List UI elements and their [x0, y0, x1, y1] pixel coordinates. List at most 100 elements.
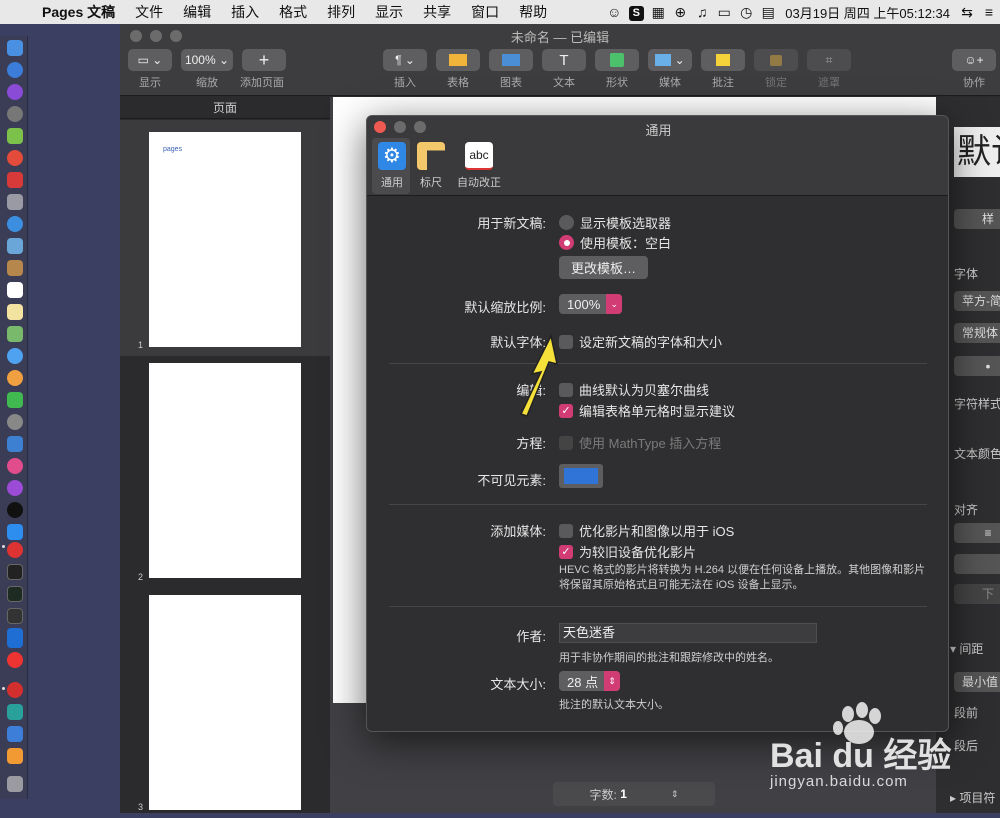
keynote-icon[interactable]: [7, 436, 23, 452]
indent-row[interactable]: 下: [954, 584, 1000, 604]
menu-view[interactable]: 显示: [365, 2, 413, 22]
preview-icon[interactable]: [7, 238, 23, 254]
optimize-ios-checkbox[interactable]: 优化影片和图像以用于 iOS: [559, 521, 734, 540]
crop-icon[interactable]: ⌗: [807, 49, 851, 71]
launchpad-icon[interactable]: [7, 62, 23, 78]
insert-tool[interactable]: ¶ ⌄ 插入: [383, 49, 427, 90]
menu-file[interactable]: 文件: [125, 2, 173, 22]
default-font-checkbox[interactable]: 设定新文稿的字体和大小: [559, 332, 722, 351]
invisibles-color-well[interactable]: [559, 464, 603, 488]
align-left-button[interactable]: ≡: [954, 523, 1000, 543]
font-style-select[interactable]: 常规体: [954, 323, 1000, 343]
app-blue-icon[interactable]: [7, 726, 23, 742]
menu-help[interactable]: 帮助: [509, 2, 557, 22]
checkbox-icon[interactable]: [559, 523, 573, 538]
mathtype-checkbox[interactable]: 使用 MathType 插入方程: [559, 433, 721, 452]
android-icon[interactable]: [7, 128, 23, 144]
calendar-icon[interactable]: ▤: [757, 4, 779, 21]
tv-icon[interactable]: [7, 502, 23, 518]
plus-icon[interactable]: +: [242, 49, 286, 71]
table-suggest-checkbox[interactable]: ✓ 编辑表格单元格时显示建议: [559, 401, 735, 420]
settings-dock-icon[interactable]: [7, 414, 23, 430]
app-teal-icon[interactable]: [7, 704, 23, 720]
zoom-select[interactable]: 100% ⌄: [181, 49, 233, 71]
tab-autocorrect[interactable]: abc 自动改正: [454, 142, 504, 190]
airplay-icon[interactable]: ▭: [713, 4, 735, 21]
style-button[interactable]: 样: [954, 209, 1000, 229]
page-thumbnail-1[interactable]: pages: [149, 132, 301, 347]
console-icon[interactable]: [7, 608, 23, 624]
paragraph-icon[interactable]: ¶ ⌄: [383, 49, 427, 71]
rocket-icon[interactable]: [7, 106, 23, 122]
trash-icon[interactable]: [7, 776, 23, 792]
messages-icon[interactable]: [7, 348, 23, 364]
style-preview[interactable]: 默认: [954, 127, 1000, 177]
author-input[interactable]: 天色迷香: [559, 623, 817, 643]
menu-arrange[interactable]: 排列: [317, 2, 365, 22]
media-tool[interactable]: ⌄ 媒体: [648, 49, 692, 90]
table-icon[interactable]: [436, 49, 480, 71]
input-method-icon[interactable]: ⇆: [956, 4, 978, 21]
word-count-bar[interactable]: 字数: 1 ⇕: [553, 782, 715, 806]
maps-icon[interactable]: [7, 326, 23, 342]
text-icon[interactable]: T: [542, 49, 586, 71]
chart-tool[interactable]: 图表: [489, 49, 533, 90]
collaborate-icon[interactable]: ☺+: [952, 49, 996, 71]
view-tool[interactable]: ▭ ⌄ 显示: [128, 49, 172, 90]
collaborate-tool[interactable]: ☺+ 协作: [952, 49, 996, 90]
notes-icon[interactable]: [7, 304, 23, 320]
facetime-icon[interactable]: [7, 392, 23, 408]
spacing-select[interactable]: 最小值: [954, 672, 1000, 692]
vivaldi-icon[interactable]: [7, 542, 23, 558]
zoom-tool[interactable]: 100% ⌄ 缩放: [181, 49, 233, 90]
appstore-icon[interactable]: [7, 524, 23, 540]
page-thumbnail-2[interactable]: [149, 363, 301, 578]
itunes-icon[interactable]: [7, 458, 23, 474]
comment-tool[interactable]: 批注: [701, 49, 745, 90]
safari-icon[interactable]: [7, 216, 23, 232]
music-icon[interactable]: ♫: [691, 4, 713, 20]
updown-icon[interactable]: ⇕: [671, 789, 679, 800]
siri-icon[interactable]: [7, 84, 23, 100]
menu-share[interactable]: 共享: [413, 2, 461, 22]
yandex-icon[interactable]: [7, 652, 23, 668]
netease-icon[interactable]: [7, 682, 23, 698]
calendar-dock-icon[interactable]: [7, 282, 23, 298]
menu-window[interactable]: 窗口: [461, 2, 509, 22]
add-page-tool[interactable]: + 添加页面: [240, 49, 286, 90]
menubar-datetime[interactable]: 03月19日 周四 上午05:12:34: [779, 3, 956, 22]
menu-list-icon[interactable]: ≡: [978, 4, 1000, 20]
menu-insert[interactable]: 插入: [221, 2, 269, 22]
menu-format[interactable]: 格式: [269, 2, 317, 22]
radio-use-template[interactable]: 使用模板：空白: [559, 233, 671, 252]
lock-icon[interactable]: [754, 49, 798, 71]
optimize-old-checkbox[interactable]: ✓ 为较旧设备优化影片: [559, 542, 696, 561]
spacing-label[interactable]: ▾ 间距: [950, 640, 983, 657]
globe-icon[interactable]: ⊕: [669, 4, 691, 21]
radio-icon[interactable]: [559, 215, 574, 230]
chrome-icon[interactable]: [7, 150, 23, 166]
mask-tool[interactable]: ⌗ 遮罩: [807, 49, 851, 90]
checkbox-icon[interactable]: [559, 435, 573, 450]
checkmark-icon[interactable]: ✓: [559, 544, 573, 559]
menu-app-name[interactable]: Pages 文稿: [32, 2, 125, 22]
chart-icon[interactable]: [489, 49, 533, 71]
shape-icon[interactable]: [595, 49, 639, 71]
change-template-button[interactable]: 更改模板…: [559, 256, 649, 279]
app-red-icon[interactable]: [7, 172, 23, 188]
default-zoom-select[interactable]: 100% ⌄: [559, 294, 623, 314]
sidebar-icon[interactable]: ▭ ⌄: [128, 49, 172, 71]
photos-icon[interactable]: [7, 370, 23, 386]
page-thumbnail-3[interactable]: [149, 595, 301, 810]
ghost-icon[interactable]: ☺: [603, 4, 625, 20]
app-s-icon[interactable]: S: [625, 3, 647, 21]
vpn-icon[interactable]: [7, 628, 23, 648]
podcasts-icon[interactable]: [7, 480, 23, 496]
table-tool[interactable]: 表格: [436, 49, 480, 90]
text-size-select[interactable]: 28 点 ⇕: [559, 671, 621, 691]
lock-tool[interactable]: 锁定: [754, 49, 798, 90]
finder-icon[interactable]: [7, 40, 23, 56]
comment-icon[interactable]: [701, 49, 745, 71]
grid-icon[interactable]: ▦: [647, 4, 669, 21]
radio-show-chooser[interactable]: 显示模板选取器: [559, 213, 671, 232]
